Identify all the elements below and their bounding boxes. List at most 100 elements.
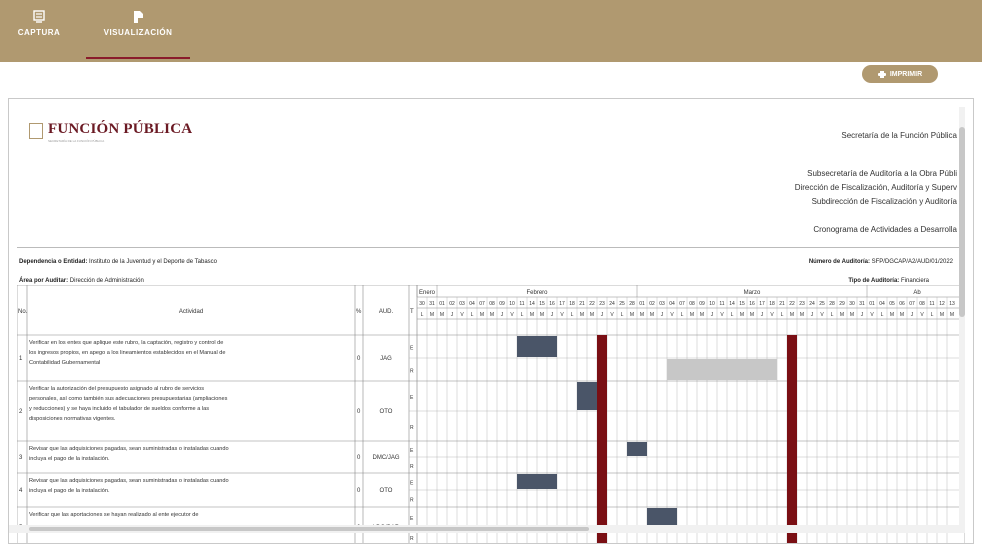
weekday-label: V — [610, 312, 614, 318]
weekday-label: J — [661, 312, 664, 318]
dependencia-value: Instituto de la Juventud y el Deporte de… — [89, 259, 217, 265]
dependencia-field: Dependencia o Entidad: Instituto de la J… — [19, 259, 217, 265]
row-e-label: E — [410, 448, 414, 454]
row-actividad-line: personales, así como también sus adecuac… — [29, 396, 228, 402]
day-label: 02 — [449, 301, 455, 307]
row-actividad-line: Revisar que las adquisiciones pagadas, s… — [29, 446, 229, 452]
row-e-label: E — [410, 516, 414, 522]
row-e-label: E — [410, 481, 414, 487]
row-r-label: R — [410, 498, 414, 504]
tipo-field: Tipo de Auditoría: Financiera — [848, 278, 929, 284]
document-viewer: FUNCIÓN PÚBLICA SECRETARÍA DE LA FUNCIÓN… — [8, 98, 974, 544]
area-field: Área por Auditar: Dirección de Administr… — [19, 278, 144, 284]
day-label: 28 — [629, 301, 635, 307]
day-label: 03 — [459, 301, 465, 307]
weekday-label: J — [451, 312, 454, 318]
month-label: Ab — [913, 290, 921, 296]
weekday-label: M — [540, 312, 544, 318]
day-label: 25 — [619, 301, 625, 307]
day-label: 23 — [799, 301, 805, 307]
weekday-label: M — [840, 312, 844, 318]
weekday-label: V — [820, 312, 824, 318]
weekday-label: V — [460, 312, 464, 318]
printer-icon — [877, 70, 886, 78]
day-label: 14 — [729, 301, 735, 307]
header-no: No. — [18, 309, 28, 315]
header-line-1: Subsecretaría de Auditoría a la Obra Púb… — [807, 169, 957, 178]
day-label: 11 — [519, 301, 524, 307]
deadline-column — [787, 335, 797, 543]
month-label: Febrero — [526, 290, 548, 296]
weekday-label: L — [621, 312, 624, 318]
day-label: 11 — [929, 301, 934, 307]
tab-captura[interactable]: CAPTURA — [14, 10, 64, 58]
tab-visualizacion[interactable]: VISUALIZACIÓN — [86, 10, 190, 59]
weekday-label: V — [560, 312, 564, 318]
print-button[interactable]: IMPRIMIR — [862, 65, 938, 83]
row-r-label: R — [410, 536, 414, 542]
weekday-label: M — [750, 312, 754, 318]
day-label: 31 — [859, 301, 865, 307]
header-line-4: Cronograma de Actividades a Desarrolla — [813, 225, 957, 234]
weekday-label: V — [670, 312, 674, 318]
day-label: 21 — [779, 301, 785, 307]
weekday-label: L — [571, 312, 574, 318]
row-actividad-line: disposiciones normativas vigentes. — [29, 416, 116, 422]
shield-icon — [29, 123, 43, 139]
area-label: Área por Auditar: — [19, 278, 69, 284]
vertical-scrollbar[interactable] — [959, 107, 965, 531]
top-navigation-bar: CAPTURA VISUALIZACIÓN — [0, 0, 982, 62]
vertical-scroll-thumb[interactable] — [959, 127, 965, 317]
day-label: 01 — [439, 301, 445, 307]
row-e-label: E — [410, 346, 414, 352]
weekday-label: M — [430, 312, 434, 318]
estimated-bar — [577, 382, 597, 410]
real-bar — [667, 359, 777, 380]
weekday-label: M — [490, 312, 494, 318]
weekday-label: L — [931, 312, 934, 318]
weekday-label: M — [580, 312, 584, 318]
row-percent: 0 — [357, 455, 361, 461]
row-actividad-line: Revisar que las adquisiciones pagadas, s… — [29, 478, 229, 484]
weekday-label: V — [870, 312, 874, 318]
horizontal-scrollbar[interactable] — [9, 525, 965, 533]
day-label: 04 — [469, 301, 475, 307]
header-t: T — [410, 309, 414, 315]
active-tab-indicator — [86, 57, 190, 59]
form-icon — [33, 10, 45, 23]
estimated-bar — [627, 442, 647, 456]
day-label: 17 — [759, 301, 765, 307]
row-e-label: E — [410, 395, 414, 401]
weekday-label: L — [831, 312, 834, 318]
day-label: 30 — [419, 301, 425, 307]
schedule-table: No. Actividad% AUD. T Enero Febrero Marzo Ab 30 L… — [16, 284, 966, 543]
day-label: 21 — [579, 301, 585, 307]
horizontal-scroll-thumb[interactable] — [29, 527, 589, 531]
row-r-label: R — [410, 425, 414, 431]
row-auditor: DMC/JAG — [373, 455, 400, 461]
row-actividad-line: Verificar en los entes que aplique este … — [29, 340, 223, 346]
document-icon — [134, 11, 143, 23]
day-label: 22 — [789, 301, 795, 307]
row-actividad-line: Verificar la autorización del presupuest… — [29, 386, 204, 392]
day-label: 07 — [679, 301, 685, 307]
weekday-label: M — [480, 312, 484, 318]
table-border — [16, 284, 966, 543]
day-label: 01 — [639, 301, 645, 307]
tab-visualizacion-label: VISUALIZACIÓN — [103, 28, 173, 37]
header-actividad: Actividad — [179, 309, 203, 315]
function-publica-logo: FUNCIÓN PÚBLICA SECRETARÍA DE LA FUNCIÓN… — [29, 121, 192, 143]
day-label: 05 — [889, 301, 895, 307]
weekday-label: V — [770, 312, 774, 318]
header-line-3: Subdirección de Fiscalización y Auditorí… — [811, 197, 957, 206]
area-value: Dirección de Administración — [69, 278, 144, 284]
day-label: 11 — [719, 301, 724, 307]
logo-subtitle: SECRETARÍA DE LA FUNCIÓN PÚBLICA — [48, 139, 105, 143]
row-actividad-line: los ingresos propios, en apego a los lin… — [29, 350, 226, 356]
weekday-label: J — [501, 312, 504, 318]
schedule-grid: No. Actividad% AUD. TEnero Febrero Marzo Ab30L… — [16, 284, 966, 543]
weekday-label: M — [690, 312, 694, 318]
numero-label: Número de Auditoría: — [808, 259, 870, 265]
org-name: Secretaría de la Función Pública — [841, 131, 957, 140]
deadline-column — [597, 335, 607, 543]
